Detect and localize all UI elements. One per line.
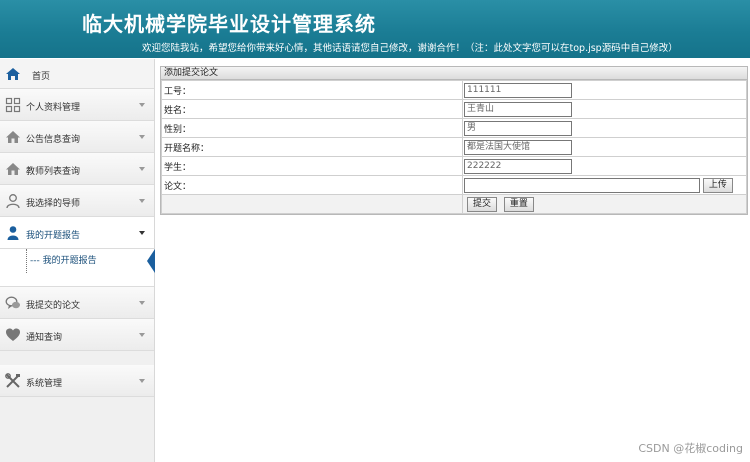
- submenu-item-proposal[interactable]: --- 我的开题报告: [30, 253, 97, 266]
- watermark: CSDN @花椒coding: [638, 442, 743, 455]
- sidebar-item-label: 教师列表查询: [26, 167, 81, 177]
- student-field[interactable]: 222222: [464, 158, 572, 174]
- chevron-down-icon: [139, 135, 145, 139]
- submit-button[interactable]: 提交: [467, 196, 498, 212]
- name-field[interactable]: 王青山: [464, 101, 572, 117]
- chevron-down-icon: [139, 199, 145, 203]
- top-banner: 临大机械学院毕业设计管理系统 欢迎您陆我站，希望您给你带来好心情，其他话语请您自…: [0, 0, 750, 58]
- sidebar-item-teachers[interactable]: 教师列表查询: [0, 153, 154, 185]
- sidebar-item-label: 系统管理: [26, 379, 63, 389]
- tree-line: [26, 249, 27, 273]
- employee-id-field[interactable]: 111111: [464, 82, 572, 98]
- field-label: 学生：: [161, 156, 463, 176]
- welcome-marquee: 欢迎您陆我站，希望您给你带来好心情，其他话语请您自己修改，谢谢合作！（注：此处文…: [142, 43, 678, 54]
- sidebar-item-proposal[interactable]: 我的开题报告: [0, 217, 154, 249]
- submenu: --- 我的开题报告: [0, 249, 155, 287]
- active-arrow-icon: [147, 249, 155, 273]
- form-row: 学生： 222222: [161, 156, 747, 176]
- form-row: 性别： 男: [161, 118, 747, 138]
- sidebar-item-label: 我的开题报告: [26, 231, 81, 241]
- app-title: 临大机械学院毕业设计管理系统: [82, 12, 376, 36]
- user-icon: [7, 226, 19, 240]
- gender-field[interactable]: 男: [464, 120, 572, 136]
- chevron-down-icon: [139, 103, 145, 107]
- sidebar-item-notices[interactable]: 公告信息查询: [0, 121, 154, 153]
- sidebar-item-label: 通知查询: [26, 333, 63, 343]
- chat-icon: [5, 296, 20, 309]
- form-row: 开题名称： 都是法国大使馆: [161, 137, 747, 157]
- form-row: 姓名： 王青山: [161, 99, 747, 119]
- form-row: 论文： 上传: [161, 175, 747, 195]
- sidebar-item-label: 我提交的论文: [26, 301, 81, 311]
- sidebar-item-mentor[interactable]: 我选择的导师: [0, 185, 154, 217]
- heart-icon: [6, 328, 20, 341]
- sidebar-item-papers[interactable]: 我提交的论文: [0, 287, 154, 319]
- field-label: 开题名称：: [161, 137, 463, 157]
- chevron-down-icon: [139, 167, 145, 171]
- chevron-down-icon: [139, 231, 145, 235]
- chevron-down-icon: [139, 333, 145, 337]
- form-title: 添加提交论文: [161, 67, 747, 80]
- house-icon: [6, 131, 20, 143]
- user-outline-icon: [6, 194, 20, 209]
- sidebar-item-notifications[interactable]: 通知查询: [0, 319, 154, 351]
- chevron-down-icon: [139, 379, 145, 383]
- paper-file-field[interactable]: [464, 177, 700, 193]
- form-row: 工号： 111111: [161, 80, 747, 100]
- sidebar: 首页 个人资料管理 公告信息查询 教师列表查询 我选择的导师 我的开题报告 --…: [0, 59, 155, 462]
- reset-button[interactable]: 重置: [503, 196, 534, 212]
- form-table: 工号： 111111 姓名： 王青山 性别： 男 开题名称： 都是法国大使馆 学…: [161, 80, 747, 214]
- sidebar-item-home[interactable]: 首页: [0, 59, 154, 89]
- sidebar-item-system[interactable]: 系统管理: [0, 365, 154, 397]
- upload-button[interactable]: 上传: [702, 177, 733, 193]
- sidebar-item-label: 个人资料管理: [26, 103, 81, 113]
- sidebar-item-label: 公告信息查询: [26, 135, 81, 145]
- home-icon: [6, 68, 20, 80]
- grid-icon: [5, 97, 21, 113]
- button-row: 提交 重置: [161, 194, 747, 214]
- field-label: 姓名：: [161, 99, 463, 119]
- sidebar-item-profile[interactable]: 个人资料管理: [0, 89, 154, 121]
- sidebar-item-label: 首页: [32, 72, 51, 82]
- sidebar-item-label: 我选择的导师: [26, 199, 81, 209]
- house-icon: [6, 163, 20, 175]
- chevron-down-icon: [139, 301, 145, 305]
- proposal-name-field[interactable]: 都是法国大使馆: [464, 139, 572, 155]
- field-label: 论文：: [161, 175, 463, 195]
- tools-icon: [5, 373, 20, 388]
- field-label: 工号：: [161, 80, 463, 100]
- add-paper-form: 添加提交论文 工号： 111111 姓名： 王青山 性别： 男 开题名称： 都是…: [160, 66, 748, 215]
- field-label: 性别：: [161, 118, 463, 138]
